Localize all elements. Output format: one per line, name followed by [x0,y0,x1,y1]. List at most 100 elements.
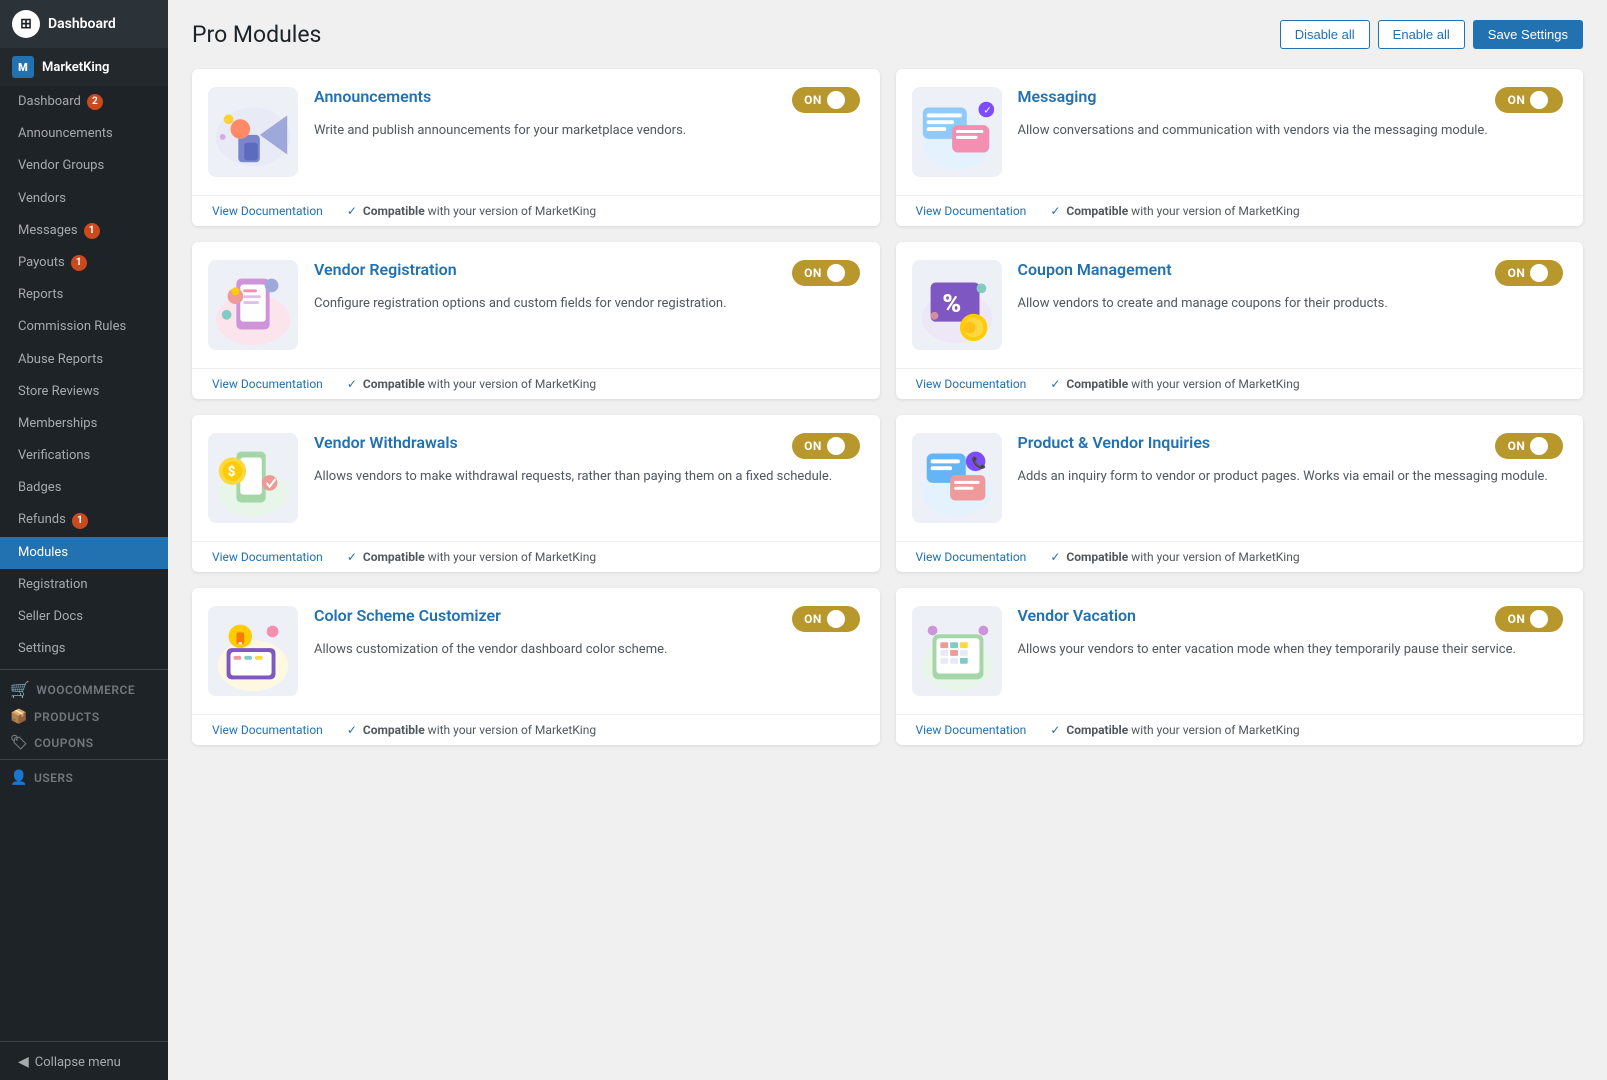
sidebar-item-label: Messages [18,222,78,240]
sidebar-item-settings[interactable]: Settings [0,633,168,665]
sidebar-item-announcements[interactable]: Announcements [0,118,168,150]
module-title: Product & Vendor Inquiries [1018,433,1211,452]
toggle-circle [1530,437,1548,455]
sidebar-item-reports[interactable]: Reports [0,279,168,311]
sidebar-item-label: Verifications [18,447,90,465]
toggle-label: ON [804,439,822,453]
view-documentation-link[interactable]: View Documentation [212,377,323,391]
module-desc: Write and publish announcements for your… [314,121,860,141]
toggle-circle [827,437,845,455]
module-card-announcements: Announcements ON Write and publish annou… [192,69,880,226]
sidebar-item-vendor-groups[interactable]: Vendor Groups [0,150,168,182]
sidebar-item-vendors[interactable]: Vendors [0,183,168,215]
toggle-label: ON [804,266,822,280]
sidebar-dashboard-header[interactable]: ⊞ Dashboard [0,0,168,48]
toggle-product-vendor-inquiries[interactable]: ON [1495,433,1563,459]
view-documentation-link[interactable]: View Documentation [916,550,1027,564]
sidebar-item-store-reviews[interactable]: Store Reviews [0,376,168,408]
module-illustration-vendor-withdrawals: $ [208,433,298,523]
sidebar-item-registration[interactable]: Registration [0,569,168,601]
page-title: Pro Modules [192,21,321,48]
badge: 2 [87,94,103,110]
view-documentation-link[interactable]: View Documentation [212,204,323,218]
module-card-vendor-vacation: Vendor Vacation ON Allows your vendors t… [896,588,1584,745]
module-info-color-scheme: Color Scheme Customizer ON Allows custom… [314,606,860,660]
module-desc: Allows vendors to make withdrawal reques… [314,467,860,487]
products-label: Products [34,710,100,724]
view-documentation-link[interactable]: View Documentation [916,204,1027,218]
module-footer-coupon-management: View Documentation ✓ Compatible with you… [896,368,1584,399]
view-documentation-link[interactable]: View Documentation [212,550,323,564]
toggle-vendor-withdrawals[interactable]: ON [792,433,860,459]
sidebar-item-dashboard[interactable]: Dashboard 2 [0,86,168,118]
module-title: Color Scheme Customizer [314,606,501,625]
module-card-product-vendor-inquiries: 📞 Product & Vendor Inquiries ON Adds an … [896,415,1584,572]
sidebar-item-label: Payouts [18,254,65,272]
sidebar-item-payouts[interactable]: Payouts 1 [0,247,168,279]
sidebar-item-abuse-reports[interactable]: Abuse Reports [0,344,168,376]
sidebar-item-label: Dashboard [18,93,81,111]
sidebar-item-messages[interactable]: Messages 1 [0,215,168,247]
sidebar-dashboard-label: Dashboard [48,16,116,32]
toggle-coupon-management[interactable]: ON [1495,260,1563,286]
module-footer-vendor-registration: View Documentation ✓ Compatible with you… [192,368,880,399]
toggle-label: ON [1508,93,1526,107]
sidebar-item-label: Registration [18,576,88,594]
sidebar-item-badges[interactable]: Badges [0,472,168,504]
users-label: Users [34,771,73,785]
module-card-vendor-withdrawals: $ Vendor Withdrawals ON Allows vendors t… [192,415,880,572]
badge: 1 [71,255,87,271]
sidebar-item-modules[interactable]: Modules [0,537,168,569]
toggle-circle [1530,91,1548,109]
collapse-menu-item[interactable]: ◀ Collapse menu [0,1046,168,1080]
module-title: Vendor Registration [314,260,457,279]
module-title: Messaging [1018,87,1097,106]
sidebar-woocommerce-header[interactable]: 🛒 WooCommerce [0,674,168,703]
toggle-messaging[interactable]: ON [1495,87,1563,113]
sidebar-item-seller-docs[interactable]: Seller Docs [0,601,168,633]
module-illustration-messaging: ✓ [912,87,1002,177]
module-title: Announcements [314,87,431,106]
view-documentation-link[interactable]: View Documentation [916,377,1027,391]
module-illustration-product-vendor-inquiries: 📞 [912,433,1002,523]
sidebar-coupons-header[interactable]: 🏷 Coupons [0,729,168,755]
toggle-color-scheme[interactable]: ON [792,606,860,632]
sidebar-item-label: Refunds [18,511,66,529]
sidebar-item-label: Vendors [18,190,66,208]
module-desc: Allow vendors to create and manage coupo… [1018,294,1564,314]
sidebar-item-label: Store Reviews [18,383,99,401]
toggle-circle [827,610,845,628]
toggle-circle [1530,610,1548,628]
main-content: Pro Modules Disable all Enable all Save … [168,0,1607,1080]
module-desc: Allow conversations and communication wi… [1018,121,1564,141]
sidebar-item-verifications[interactable]: Verifications [0,440,168,472]
sidebar-users-header[interactable]: 👤 Users [0,764,168,790]
save-settings-button[interactable]: Save Settings [1473,20,1583,49]
module-card-coupon-management: % Coupon Management ON [896,242,1584,399]
module-info-announcements: Announcements ON Write and publish annou… [314,87,860,141]
toggle-vendor-registration[interactable]: ON [792,260,860,286]
module-illustration-color-scheme [208,606,298,696]
sidebar-item-label: Modules [18,544,68,562]
coupons-label: Coupons [34,736,93,750]
sidebar-products-header[interactable]: 📦 Products [0,703,168,729]
header-buttons: Disable all Enable all Save Settings [1280,20,1583,49]
view-documentation-link[interactable]: View Documentation [212,723,323,737]
sidebar-item-label: Memberships [18,415,97,433]
page-header: Pro Modules Disable all Enable all Save … [192,20,1583,49]
sidebar-item-commission-rules[interactable]: Commission Rules [0,311,168,343]
toggle-announcements[interactable]: ON [792,87,860,113]
sidebar-item-memberships[interactable]: Memberships [0,408,168,440]
toggle-label: ON [1508,612,1526,626]
disable-all-button[interactable]: Disable all [1280,20,1370,49]
sidebar-marketking-header[interactable]: M MarketKing [0,48,168,86]
divider [0,1041,168,1042]
sidebar-item-label: Settings [18,640,65,658]
sidebar-item-label: Badges [18,479,61,497]
toggle-vendor-vacation[interactable]: ON [1495,606,1563,632]
view-documentation-link[interactable]: View Documentation [916,723,1027,737]
sidebar-item-refunds[interactable]: Refunds 1 [0,504,168,536]
toggle-circle [1530,264,1548,282]
compatible-text: ✓ Compatible with your version of Market… [347,204,596,218]
enable-all-button[interactable]: Enable all [1378,20,1465,49]
